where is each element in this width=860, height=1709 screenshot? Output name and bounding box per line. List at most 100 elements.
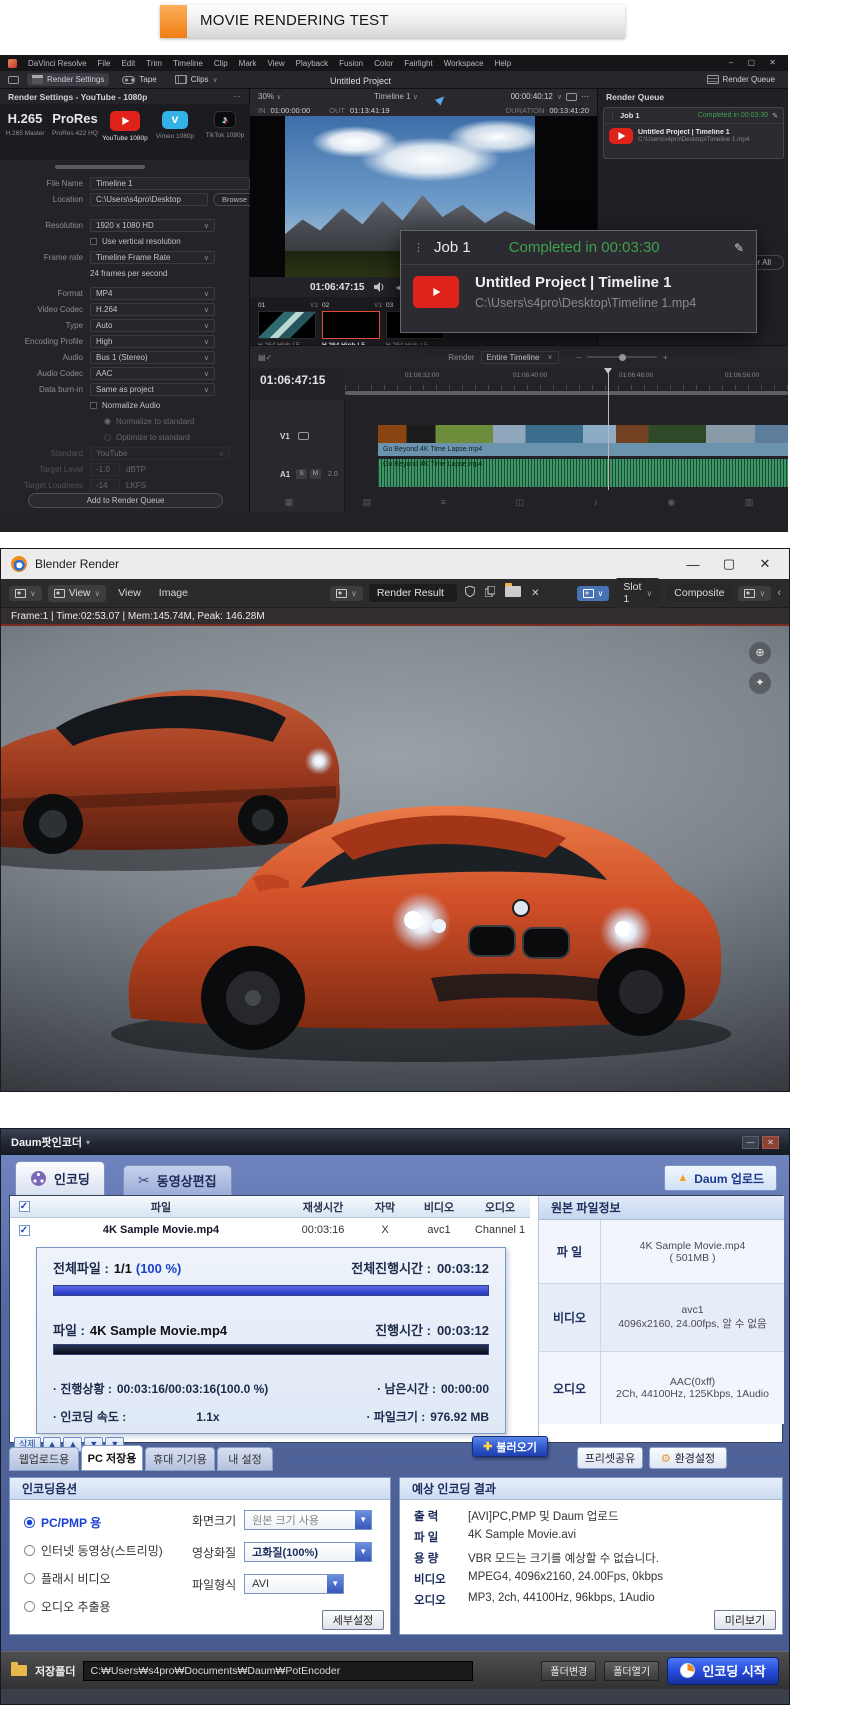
display-channels-button[interactable]: ∨ <box>738 586 771 601</box>
open-image-folder-icon[interactable] <box>503 586 523 600</box>
tab-video-edit[interactable]: ✂ 동영상편집 <box>123 1165 232 1195</box>
render-settings-button[interactable]: Render Settings <box>27 73 109 86</box>
menu-color[interactable]: Color <box>374 59 393 68</box>
row-checkbox[interactable]: ✓ <box>19 1225 30 1236</box>
data-burn-select[interactable]: Same as project∨ <box>90 383 215 396</box>
menu-image[interactable]: Image <box>153 587 194 599</box>
menu-davinci-resolve[interactable]: DaVinci Resolve <box>28 59 87 68</box>
preset-vimeo[interactable]: Vimeo 1080p <box>151 111 199 140</box>
zoom-magnifier-icon[interactable]: ⊕ <box>749 642 771 664</box>
zoom-in-icon[interactable]: + <box>663 353 668 362</box>
viewer-zoom-select[interactable]: 30% ∨ <box>258 92 281 101</box>
encoding-profile-select[interactable]: High∨ <box>90 335 215 348</box>
menu-clip[interactable]: Clip <box>214 59 228 68</box>
title-menu-arrow-icon[interactable]: ▾ <box>86 1138 90 1147</box>
tool-icon-note[interactable]: ♪ <box>593 497 598 507</box>
viewer-flag-icon[interactable] <box>566 93 577 101</box>
checklist-icon[interactable]: ▤✓ <box>258 353 272 362</box>
panel-options-icon[interactable]: ⋯ <box>233 92 241 101</box>
video-clip-filmstrip[interactable] <box>378 425 788 443</box>
menu-view[interactable]: View <box>112 587 147 599</box>
pan-hand-icon[interactable]: ✦ <box>749 672 771 694</box>
type-select[interactable]: Auto∨ <box>90 319 215 332</box>
standard-select[interactable]: YouTube∨ <box>90 447 230 460</box>
tool-icon-mixer[interactable]: ≡ <box>441 497 446 507</box>
preset-scrollbar[interactable] <box>55 165 145 169</box>
clean-feed-icon[interactable] <box>8 76 19 84</box>
tab-my-settings[interactable]: 내 설정 <box>217 1447 273 1471</box>
tab-pc-save[interactable]: PC 저장용 <box>81 1445 143 1471</box>
menu-file[interactable]: File <box>98 59 111 68</box>
fake-user-shield-icon[interactable] <box>463 586 477 600</box>
preset-tiktok[interactable]: TikTok 1080p <box>201 111 249 139</box>
menu-help[interactable]: Help <box>495 59 511 68</box>
viewer-options-icon[interactable]: ⋯ <box>581 92 589 101</box>
minimize-button[interactable]: — <box>679 557 707 572</box>
col-audio[interactable]: 오디오 <box>470 1199 530 1215</box>
add-to-render-queue-button[interactable]: Add to Render Queue <box>28 493 223 508</box>
audio-select[interactable]: Bus 1 (Stereo)∨ <box>90 351 215 364</box>
clips-button[interactable]: Clips∨ <box>170 73 223 86</box>
video-clip-bar[interactable]: Go Beyond 4K Time Lapse.mp4 <box>378 443 788 456</box>
menu-workspace[interactable]: Workspace <box>444 59 484 68</box>
frame-rate-select[interactable]: Timeline Frame Rate∨ <box>90 251 215 264</box>
menu-view[interactable]: View <box>267 59 284 68</box>
tape-button[interactable]: Tape <box>117 73 161 86</box>
render-job-card[interactable]: ⋮ Job 1 Completed in 00:03:30 ✎ Untitled… <box>603 107 784 159</box>
job-edit-icon[interactable]: ✎ <box>734 241 744 255</box>
unlink-x-icon[interactable]: ✕ <box>529 588 541 599</box>
location-input[interactable] <box>90 193 208 206</box>
minimize-button[interactable]: — <box>742 1136 759 1149</box>
view-mode-button[interactable]: View∨ <box>48 585 106 602</box>
timeline-playhead[interactable] <box>608 368 609 490</box>
audio-codec-select[interactable]: AAC∨ <box>90 367 215 380</box>
pass-select[interactable]: Composite <box>666 584 732 602</box>
speaker-icon[interactable] <box>374 282 385 292</box>
image-name-field[interactable]: Render Result <box>369 584 457 602</box>
menu-timeline[interactable]: Timeline <box>173 59 203 68</box>
render-queue-toggle-button[interactable]: Render Queue <box>702 73 780 86</box>
close-button[interactable]: ✕ <box>762 1136 779 1149</box>
mute-button[interactable]: M <box>310 469 321 479</box>
vertical-resolution-checkbox[interactable] <box>90 238 97 245</box>
tool-icon-meter[interactable]: ▥ <box>745 497 754 508</box>
change-folder-button[interactable]: 폴더변경 <box>541 1661 596 1681</box>
screen-size-select[interactable]: 원본 크기 사용▼ <box>244 1510 372 1530</box>
target-level-input[interactable]: -1.0 <box>90 463 120 476</box>
menu-playback[interactable]: Playback <box>296 59 328 68</box>
menu-edit[interactable]: Edit <box>121 59 135 68</box>
preset-prores[interactable]: ProRes ProRes 422 HQ <box>51 111 99 137</box>
job-grip-icon[interactable]: ⋮ <box>609 112 616 120</box>
audio-clip-waveform[interactable]: Go Beyond 4K Time Lapse.mp4 <box>378 459 788 487</box>
davinci-window-controls[interactable]: – ▢ ✕ <box>729 58 782 67</box>
normalize-audio-checkbox[interactable] <box>90 402 97 409</box>
environment-settings-button[interactable]: ⚙ 환경설정 <box>649 1447 727 1469</box>
editor-type-button[interactable]: ∨ <box>9 586 42 601</box>
start-encoding-button[interactable]: 인코딩 시작 <box>667 1657 779 1685</box>
preset-youtube[interactable]: YouTube 1080p <box>101 111 149 142</box>
tool-icon-scope[interactable]: ◉ <box>667 497 675 508</box>
preset-h265[interactable]: H.265 H.265 Master <box>1 111 49 137</box>
preview-button[interactable]: 미리보기 <box>714 1610 776 1630</box>
tab-web-upload[interactable]: 웹업로드용 <box>9 1447 79 1471</box>
radio-audio-extract[interactable]: 오디오 추출용 <box>24 1598 111 1615</box>
load-file-button[interactable]: ✚ 불러오기 <box>472 1436 548 1457</box>
radio-internet-streaming[interactable]: 인터넷 동영상(스트리밍) <box>24 1542 163 1559</box>
close-button[interactable]: ✕ <box>751 556 779 572</box>
radio-pc-pmp[interactable]: PC/PMP 용 <box>24 1514 101 1531</box>
preset-share-button[interactable]: 프리셋공유 <box>577 1447 643 1469</box>
timecode-dropdown-icon[interactable]: ∨ <box>557 93 562 101</box>
daum-upload-button[interactable]: ▲ Daum 업로드 <box>664 1165 777 1191</box>
target-loudness-input[interactable]: -14 <box>90 479 120 492</box>
menu-mark[interactable]: Mark <box>239 59 257 68</box>
format-select[interactable]: MP4∨ <box>90 287 215 300</box>
tool-icon-film[interactable]: ▤ <box>363 497 372 508</box>
radio-flash-video[interactable]: 플래시 비디오 <box>24 1570 111 1587</box>
new-image-copy-icon[interactable] <box>483 586 497 600</box>
resolution-select[interactable]: 1920 x 1080 HD∨ <box>90 219 215 232</box>
timeline-zoom-slider[interactable] <box>587 356 657 358</box>
file-format-select[interactable]: AVI▼ <box>244 1574 344 1594</box>
render-mode-select[interactable]: Entire Timeline∨ <box>481 351 559 364</box>
video-quality-select[interactable]: 고화질(100%)▼ <box>244 1542 372 1562</box>
image-datablock-button[interactable]: ∨ <box>330 586 363 601</box>
